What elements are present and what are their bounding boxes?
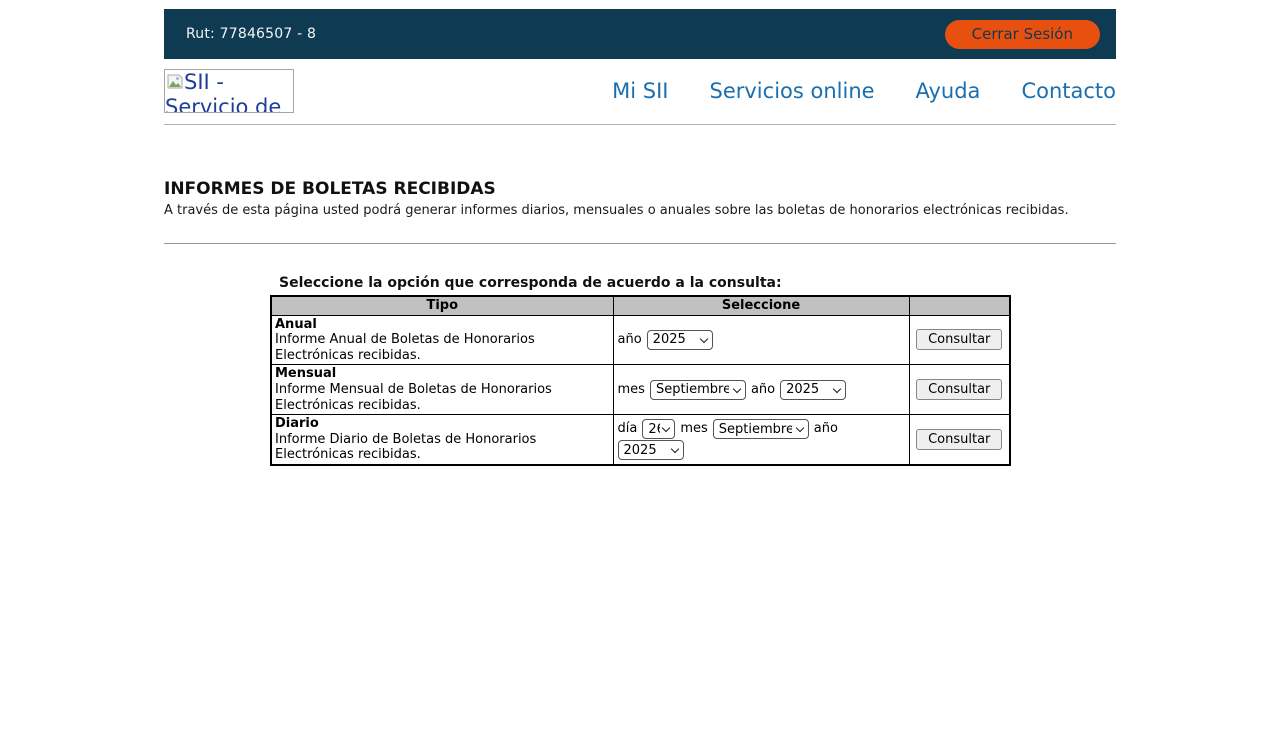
page-title: INFORMES DE BOLETAS RECIBIDAS — [164, 179, 1116, 199]
diario-month-label: mes — [680, 421, 707, 437]
section-divider — [164, 243, 1116, 244]
nav-servicios-online[interactable]: Servicios online — [710, 79, 875, 103]
sii-logo-broken-image[interactable]: SII - Servicio de — [164, 69, 294, 113]
anual-year-label: año — [618, 332, 642, 348]
mensual-title: Mensual — [275, 366, 336, 381]
rut-label: Rut: 77846507 - 8 — [186, 26, 316, 42]
column-header-accion — [909, 296, 1010, 315]
column-header-seleccione: Seleccione — [613, 296, 909, 315]
mensual-month-label: mes — [618, 382, 645, 398]
consultar-diario-button[interactable]: Consultar — [916, 429, 1002, 450]
session-bar: Rut: 77846507 - 8 Cerrar Sesión — [164, 9, 1116, 59]
broken-image-icon — [167, 70, 183, 95]
mensual-action-cell: Consultar — [909, 365, 1010, 415]
mensual-year-label: año — [751, 382, 775, 398]
consulta-table: Tipo Seleccione Anual Informe Anual de B… — [270, 295, 1011, 466]
anual-description: Informe Anual de Boletas de Honorarios E… — [275, 332, 535, 363]
column-header-tipo: Tipo — [271, 296, 613, 315]
mensual-year-select[interactable]: 2025 — [780, 380, 846, 400]
consultar-anual-button[interactable]: Consultar — [916, 329, 1002, 350]
logout-button[interactable]: Cerrar Sesión — [945, 20, 1100, 49]
table-row-mensual: Mensual Informe Mensual de Boletas de Ho… — [271, 365, 1010, 415]
mensual-tipo-cell: Mensual Informe Mensual de Boletas de Ho… — [271, 365, 613, 415]
table-row-diario: Diario Informe Diario de Boletas de Hono… — [271, 415, 1010, 466]
diario-year-select[interactable]: 2025 — [618, 440, 684, 460]
diario-month-select[interactable]: Septiembre — [713, 419, 809, 439]
anual-year-select[interactable]: 2025 — [647, 330, 713, 350]
diario-action-cell: Consultar — [909, 415, 1010, 466]
page-container: Rut: 77846507 - 8 Cerrar Sesión SII - Se… — [164, 9, 1116, 466]
diario-year-label: año — [814, 421, 838, 437]
anual-action-cell: Consultar — [909, 315, 1010, 365]
anual-tipo-cell: Anual Informe Anual de Boletas de Honora… — [271, 315, 613, 365]
diario-title: Diario — [275, 416, 319, 431]
diario-day-label: día — [618, 421, 638, 437]
diario-tipo-cell: Diario Informe Diario de Boletas de Hono… — [271, 415, 613, 466]
nav-mi-sii[interactable]: Mi SII — [612, 79, 668, 103]
table-row-anual: Anual Informe Anual de Boletas de Honora… — [271, 315, 1010, 365]
mensual-select-cell: mes Septiembre año 2025 — [613, 365, 909, 415]
diario-day-select[interactable]: 26 — [642, 419, 675, 439]
table-instruction: Seleccione la opción que corresponda de … — [279, 275, 1116, 291]
nav-ayuda[interactable]: Ayuda — [916, 79, 981, 103]
anual-select-cell: año 2025 — [613, 315, 909, 365]
diario-description: Informe Diario de Boletas de Honorarios … — [275, 432, 536, 463]
consultar-mensual-button[interactable]: Consultar — [916, 379, 1002, 400]
mensual-month-select[interactable]: Septiembre — [650, 380, 746, 400]
page-description: A través de esta página usted podrá gene… — [164, 203, 1116, 218]
anual-title: Anual — [275, 317, 317, 332]
header-divider — [164, 124, 1116, 125]
main-nav: Mi SII Servicios online Ayuda Contacto — [612, 79, 1116, 103]
header: SII - Servicio de Mi SII Servicios onlin… — [164, 59, 1116, 124]
table-header-row: Tipo Seleccione — [271, 296, 1010, 315]
mensual-description: Informe Mensual de Boletas de Honorarios… — [275, 382, 552, 413]
diario-select-cell: día 26 mes Septiembre año 2025 — [613, 415, 909, 466]
nav-contacto[interactable]: Contacto — [1021, 79, 1116, 103]
